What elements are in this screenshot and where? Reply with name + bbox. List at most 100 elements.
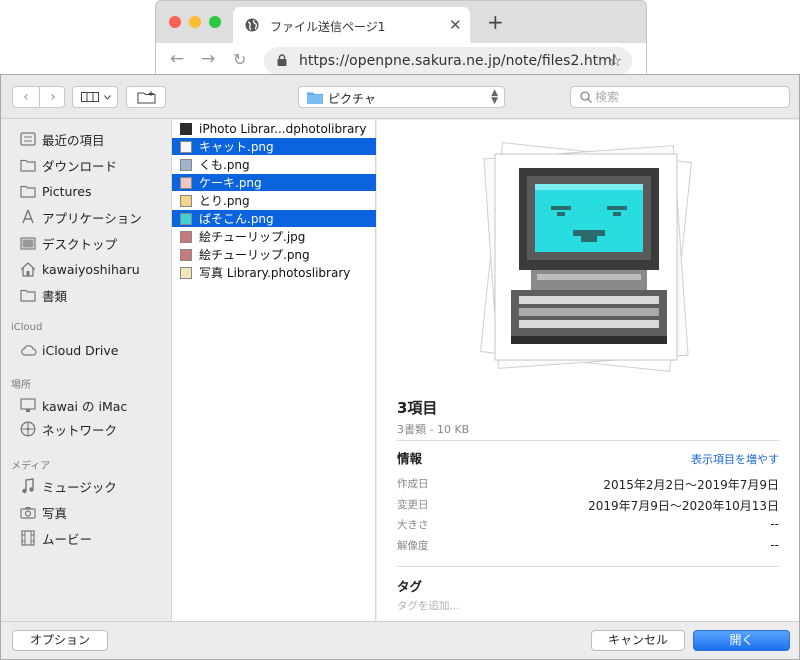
file-row-bird[interactable]: とり.png xyxy=(172,192,376,209)
preview-pane: 3項目 3書類 - 10 KB 情報 表示項目を増やす 作成日 2015年2月2… xyxy=(377,120,799,621)
network-icon xyxy=(19,420,37,438)
info-row-size: 大きさ -- xyxy=(397,517,779,531)
sidebar-item-recents[interactable]: 最近の項目 xyxy=(19,129,169,149)
info-row-created: 作成日 2015年2月2日〜2019年7月9日 xyxy=(397,478,779,492)
lock-icon xyxy=(277,54,287,66)
image-file-icon xyxy=(180,158,192,171)
file-row-iphoto-library[interactable]: iPhoto Librar...dphotolibrary xyxy=(172,120,376,137)
recents-icon xyxy=(19,130,37,148)
image-file-icon xyxy=(180,140,192,153)
tab-title: ファイル送信ページ1 xyxy=(270,20,386,34)
back-forward-control: ‹ › xyxy=(12,86,65,108)
divider xyxy=(397,566,779,567)
new-tab-icon[interactable]: + xyxy=(487,12,504,32)
forward-chevron-icon[interactable]: › xyxy=(40,87,66,107)
minimize-window-button[interactable] xyxy=(189,16,201,28)
home-icon xyxy=(19,260,37,278)
desktop-icon xyxy=(19,234,37,252)
photos-library-icon xyxy=(180,266,192,279)
location-label: ピクチャ xyxy=(328,92,376,106)
folder-icon xyxy=(19,286,37,304)
cloud-icon xyxy=(19,341,37,359)
url-text: https://openpne.sakura.ne.jp/note/files2… xyxy=(299,53,616,69)
dialog-button-bar: オプション キャンセル 開く xyxy=(1,621,799,659)
info-row-resolution: 解像度 -- xyxy=(397,538,779,552)
sidebar-section-icloud: iCloud xyxy=(11,322,43,333)
file-row-pasokon[interactable]: ぱそこん.png xyxy=(172,210,376,227)
folder-icon xyxy=(19,156,37,174)
file-row-cake[interactable]: ケーキ.png xyxy=(172,174,376,191)
open-button[interactable]: 開く xyxy=(693,630,790,651)
search-input[interactable] xyxy=(595,89,775,105)
image-file-icon xyxy=(180,212,192,225)
chevron-down-icon xyxy=(104,95,111,100)
zoom-window-button[interactable] xyxy=(209,16,221,28)
forward-arrow-icon[interactable]: → xyxy=(201,49,215,69)
camera-icon xyxy=(19,503,37,521)
dialog-toolbar: ‹ › ピクチャ ▲ ▼ xyxy=(1,75,799,119)
stacked-image-thumbnail xyxy=(479,142,693,372)
options-button[interactable]: オプション xyxy=(12,630,108,651)
applications-icon xyxy=(19,208,37,226)
sidebar-section-media: メディア xyxy=(11,461,51,472)
sidebar-item-music[interactable]: ミュージック xyxy=(19,476,169,496)
search-field[interactable] xyxy=(570,86,790,108)
photo-library-icon xyxy=(180,122,192,135)
new-folder-icon xyxy=(137,91,156,104)
close-tab-icon[interactable]: ✕ xyxy=(449,16,462,34)
back-chevron-icon[interactable]: ‹ xyxy=(13,87,39,107)
globe-icon xyxy=(245,18,259,32)
folder-icon xyxy=(307,92,323,104)
file-row-cat[interactable]: キャット.png xyxy=(172,138,376,155)
sidebar-item-imac[interactable]: kawai の iMac xyxy=(19,395,169,415)
info-row-modified: 変更日 2019年7月9日〜2020年10月13日 xyxy=(397,499,779,513)
sidebar-item-icloud-drive[interactable]: iCloud Drive xyxy=(19,340,169,360)
tag-input[interactable] xyxy=(397,598,777,614)
preview-subtitle: 3書類 - 10 KB xyxy=(397,423,470,436)
new-folder-button[interactable] xyxy=(126,86,166,108)
search-icon xyxy=(580,91,592,103)
up-down-arrows-icon: ▲ ▼ xyxy=(491,88,498,106)
browser-window: ファイル送信ページ1 ✕ + ← → ↻ https://openpne.sak… xyxy=(155,0,647,77)
close-window-button[interactable] xyxy=(169,16,181,28)
sidebar-item-downloads[interactable]: ダウンロード xyxy=(19,155,169,175)
open-file-dialog: ‹ › ピクチャ ▲▼ 最近の項目 ダウンロード xyxy=(0,74,800,660)
view-mode-button[interactable] xyxy=(72,86,118,108)
sidebar-item-documents[interactable]: 書類 xyxy=(19,285,169,305)
image-file-icon xyxy=(180,194,192,207)
sidebar-item-movies[interactable]: ムービー xyxy=(19,528,169,548)
reload-icon[interactable]: ↻ xyxy=(233,50,246,69)
sidebar-item-photos[interactable]: 写真 xyxy=(19,502,169,522)
image-file-icon xyxy=(180,230,192,243)
address-bar[interactable]: https://openpne.sakura.ne.jp/note/files2… xyxy=(264,47,632,75)
image-file-icon xyxy=(180,248,192,261)
folder-icon xyxy=(19,182,37,200)
file-row-tulip-jpg[interactable]: 絵チューリップ.jpg xyxy=(172,228,376,245)
image-file-icon xyxy=(180,176,192,189)
sidebar-item-desktop[interactable]: デスクトップ xyxy=(19,233,169,253)
file-list: iPhoto Librar...dphotolibrary キャット.png く… xyxy=(171,120,376,621)
sidebar-item-home[interactable]: kawaiyoshiharu xyxy=(19,259,169,279)
divider xyxy=(397,440,779,441)
sidebar: 最近の項目 ダウンロード Pictures アプリケーション デスクトップ ka… xyxy=(1,120,171,621)
info-header: 情報 xyxy=(397,451,423,466)
browser-tab[interactable]: ファイル送信ページ1 ✕ xyxy=(233,7,470,43)
cancel-button[interactable]: キャンセル xyxy=(591,630,685,651)
column-view-icon xyxy=(81,92,99,102)
film-icon xyxy=(19,529,37,547)
file-row-cloud[interactable]: くも.png xyxy=(172,156,376,173)
music-icon xyxy=(19,477,37,495)
file-row-photos-library[interactable]: 写真 Library.photoslibrary xyxy=(172,264,376,281)
browser-toolbar: ← → ↻ https://openpne.sakura.ne.jp/note/… xyxy=(156,43,646,77)
sidebar-item-pictures[interactable]: Pictures xyxy=(19,181,169,201)
file-row-tulip-png[interactable]: 絵チューリップ.png xyxy=(172,246,376,263)
sidebar-item-network[interactable]: ネットワーク xyxy=(19,419,169,439)
back-arrow-icon[interactable]: ← xyxy=(170,49,184,69)
show-more-link[interactable]: 表示項目を増やす xyxy=(691,451,779,467)
bookmark-star-icon[interactable]: ☆ xyxy=(608,51,622,70)
location-popup[interactable]: ピクチャ ▲ ▼ xyxy=(298,86,505,108)
sidebar-section-places: 場所 xyxy=(11,380,31,391)
imac-icon xyxy=(19,396,37,414)
tags-header: タグ xyxy=(397,579,423,594)
sidebar-item-applications[interactable]: アプリケーション xyxy=(19,207,169,227)
